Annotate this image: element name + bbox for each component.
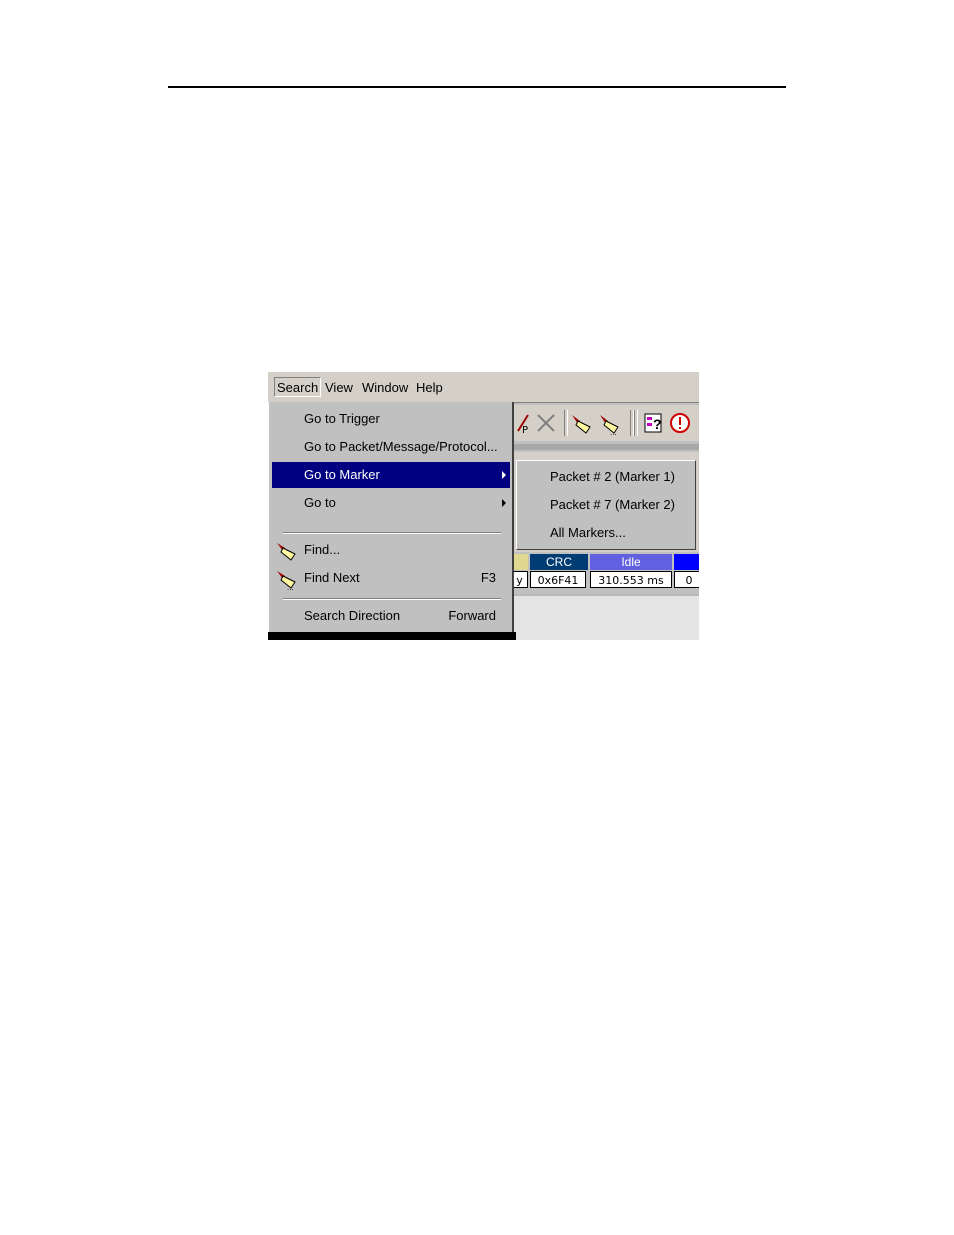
menu-help-label: Help xyxy=(416,380,443,395)
menu-window-label: Window xyxy=(362,380,409,395)
menu-item-find[interactable]: Find... xyxy=(272,537,510,563)
menu-item-go-to-packet[interactable]: Go to Packet/Message/Protocol... xyxy=(272,434,510,460)
menu-item-find-next[interactable]: ... Find Next F3 xyxy=(272,565,510,591)
field-value-next: 0 xyxy=(674,571,699,588)
svg-text:...: ... xyxy=(287,583,294,590)
menu-view-label: View xyxy=(325,380,353,395)
menu-view[interactable]: View xyxy=(325,380,353,395)
svg-text:P: P xyxy=(522,425,528,435)
menu-item-go-to-trigger[interactable]: Go to Trigger xyxy=(272,406,510,432)
warning-icon[interactable] xyxy=(668,411,692,435)
menu-item-label: Go to xyxy=(304,495,336,510)
flashlight-find-icon xyxy=(277,543,296,561)
menu-item-go-to[interactable]: Go to xyxy=(272,490,510,516)
field-value: y xyxy=(512,571,528,588)
submenu-item-marker-1[interactable]: Packet # 2 (Marker 1) xyxy=(550,464,675,490)
field-value-idle: 310.553 ms xyxy=(590,571,672,588)
find-next-icon[interactable]: ... xyxy=(598,411,622,435)
packet-fields: CRC Idle y 0x6F41 310.553 ms 0 xyxy=(512,554,699,594)
field-header-crc: CRC xyxy=(530,554,588,570)
shortcut-label: F3 xyxy=(480,570,496,585)
menu-separator xyxy=(283,532,501,534)
submenu-item-label: All Markers... xyxy=(550,525,626,540)
menu-search[interactable]: Search xyxy=(274,377,322,397)
field-header-next xyxy=(674,554,699,570)
window-strip xyxy=(512,444,699,450)
menu-item-label: Go to Packet/Message/Protocol... xyxy=(304,439,498,454)
submenu-item-label: Packet # 7 (Marker 2) xyxy=(550,497,675,512)
field-value-crc: 0x6F41 xyxy=(530,571,586,588)
menu-help[interactable]: Help xyxy=(416,380,443,395)
marker-submenu: Packet # 2 (Marker 1) Packet # 7 (Marker… xyxy=(516,460,696,550)
empty-area xyxy=(512,596,699,640)
menubar: Search View Window Help xyxy=(268,372,699,402)
toolbar-separator xyxy=(634,410,638,436)
find-icon[interactable] xyxy=(570,411,594,435)
app-screenshot: Search View Window Help P ... ? CRC Idle… xyxy=(268,372,699,640)
submenu-item-label: Packet # 2 (Marker 1) xyxy=(550,469,675,484)
menu-search-label: Search xyxy=(277,380,319,395)
help-topics-icon[interactable]: ? xyxy=(642,411,666,435)
field-header xyxy=(512,554,528,570)
search-direction-value: Forward xyxy=(448,608,496,623)
toolbar: P ... ? xyxy=(512,405,699,441)
field-header-idle: Idle xyxy=(590,554,672,570)
menu-separator xyxy=(283,598,501,600)
toolbar-separator xyxy=(564,410,568,436)
menu-item-label: Find Next xyxy=(304,570,360,585)
taskbar-edge xyxy=(268,632,516,640)
svg-text:...: ... xyxy=(610,428,617,435)
submenu-arrow-icon xyxy=(502,471,506,479)
page-header-rule xyxy=(168,86,786,88)
menu-window[interactable]: Window xyxy=(362,380,408,395)
submenu-item-marker-2[interactable]: Packet # 7 (Marker 2) xyxy=(550,492,675,518)
submenu-arrow-icon xyxy=(502,499,506,507)
menu-item-label: Go to Trigger xyxy=(304,411,380,426)
menu-item-go-to-marker[interactable]: Go to Marker xyxy=(272,462,510,488)
svg-text:?: ? xyxy=(653,416,662,432)
clear-marker-icon[interactable] xyxy=(534,411,558,435)
menu-item-label: Go to Marker xyxy=(304,467,380,482)
submenu-item-all-markers[interactable]: All Markers... xyxy=(550,520,626,546)
search-menu: Go to Trigger Go to Packet/Message/Proto… xyxy=(268,402,514,632)
menu-item-label: Search Direction xyxy=(304,608,401,623)
flashlight-find-next-icon: ... xyxy=(277,571,296,590)
menu-item-label: Find... xyxy=(304,542,341,557)
menu-item-search-direction[interactable]: Search Direction Forward xyxy=(272,603,510,629)
